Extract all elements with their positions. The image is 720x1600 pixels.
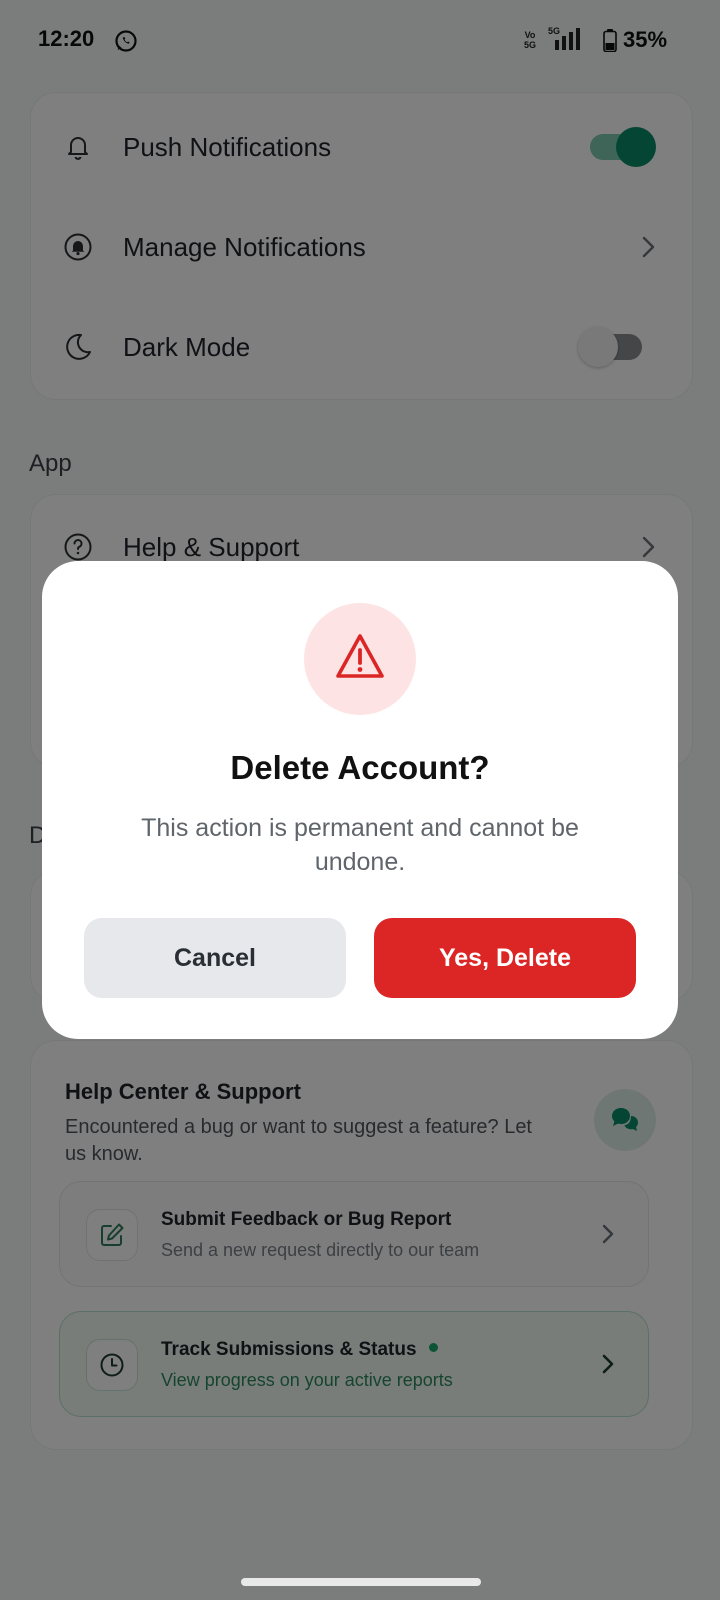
warning-triangle-icon: [336, 634, 384, 678]
dialog-message: This action is permanent and cannot be u…: [141, 814, 579, 876]
home-indicator[interactable]: [241, 1578, 481, 1586]
confirm-delete-button[interactable]: Yes, Delete: [374, 918, 636, 998]
cancel-button[interactable]: Cancel: [84, 918, 346, 998]
dialog-title: Delete Account?: [230, 749, 490, 786]
warning-badge: [304, 603, 416, 715]
delete-account-dialog: Delete Account? This action is permanent…: [42, 561, 678, 1039]
